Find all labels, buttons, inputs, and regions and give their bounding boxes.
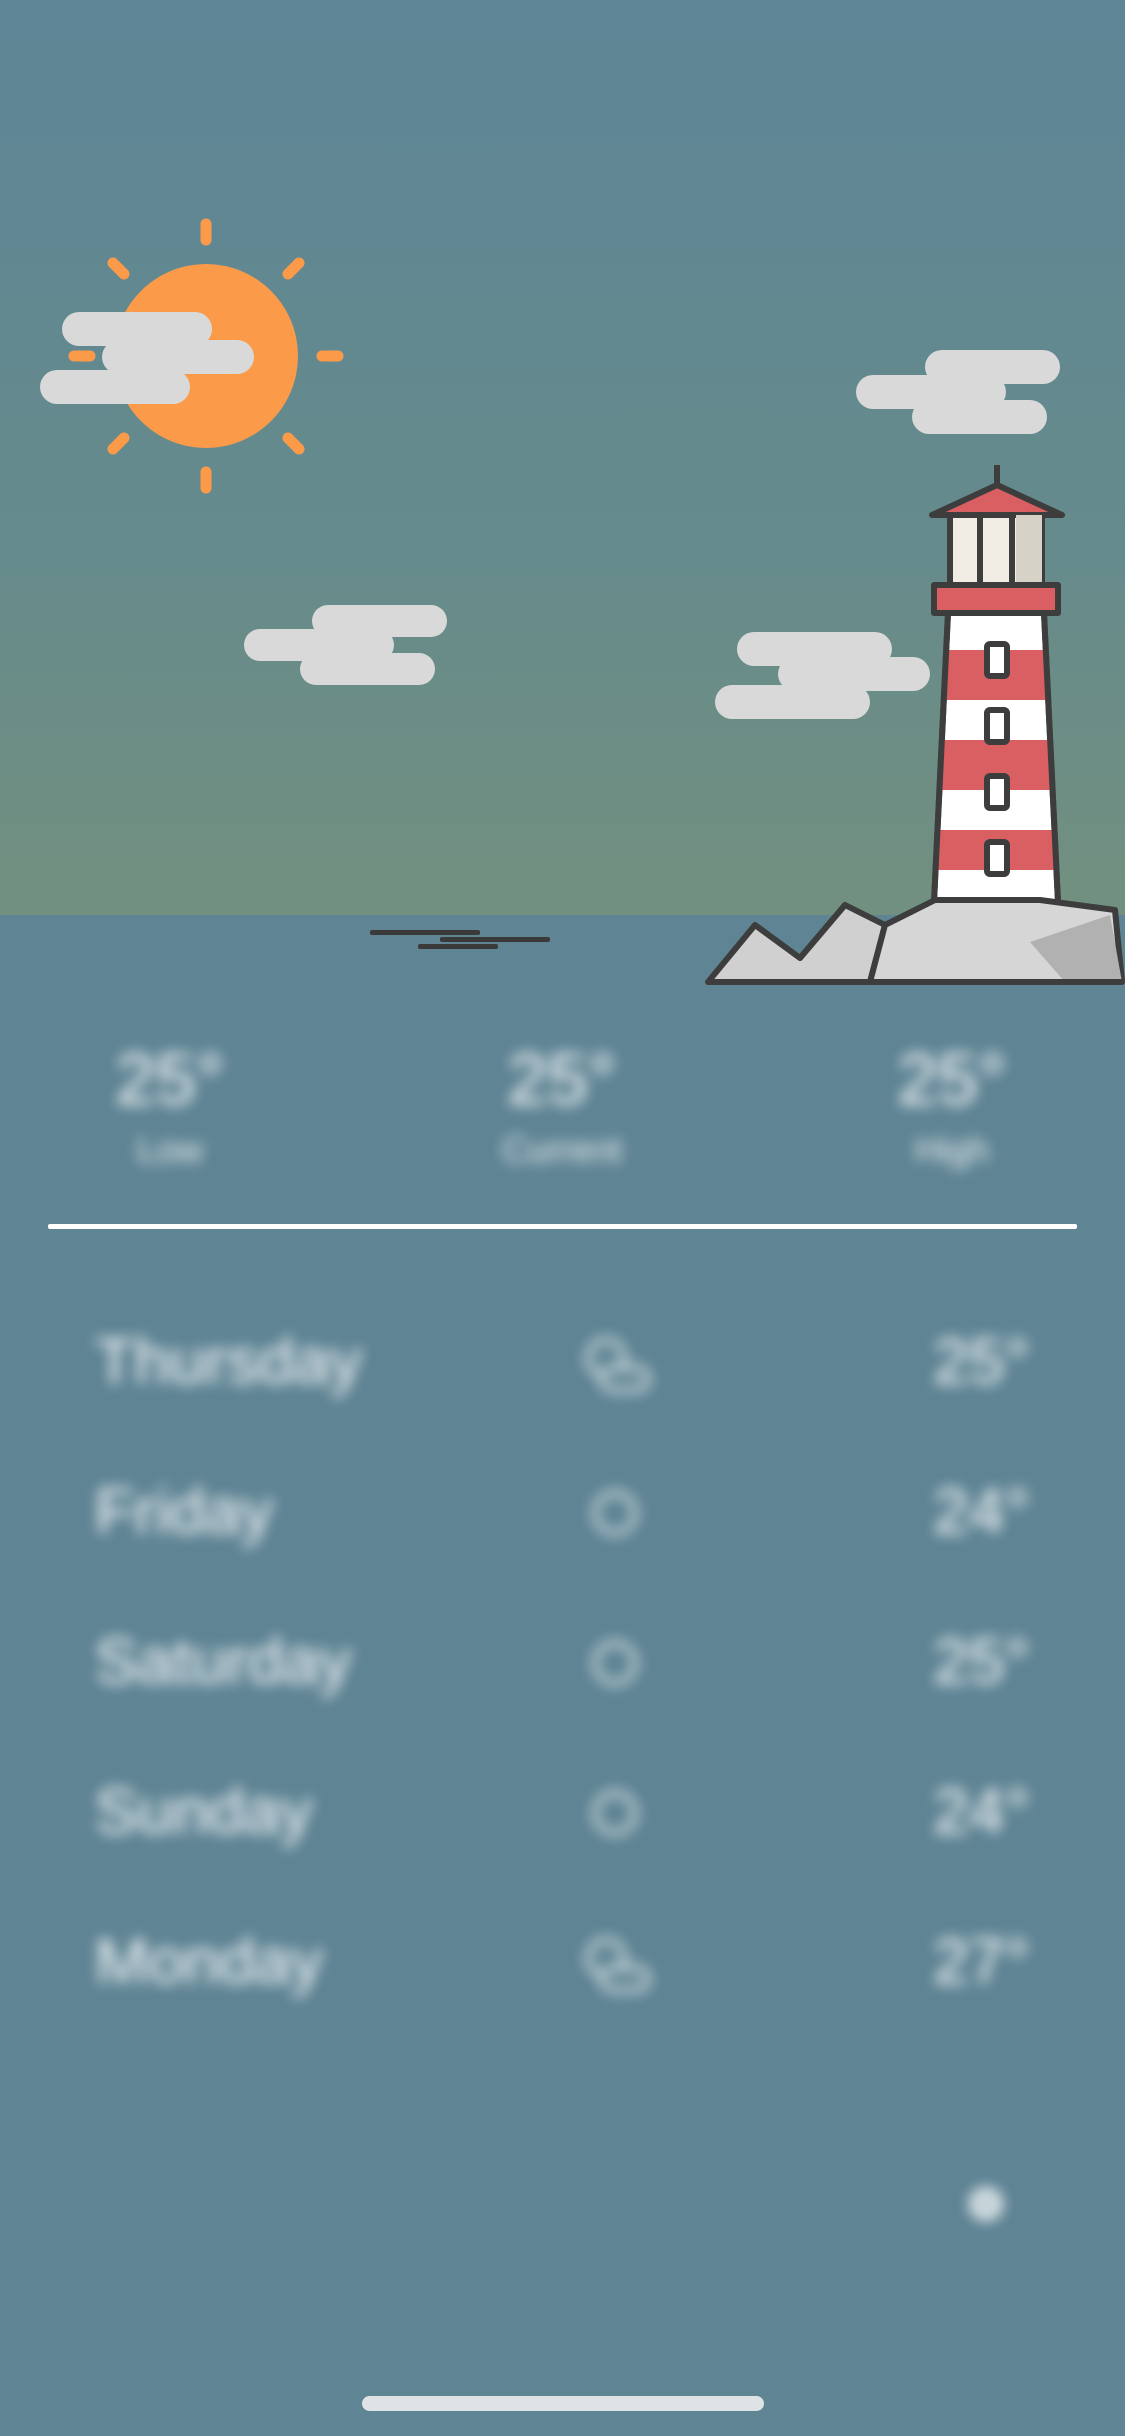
current-stats: 25° Low 25° Current 25° High	[0, 1030, 1125, 1200]
high-temp-value: 25°	[897, 1040, 1007, 1120]
current-temp: 25° Current	[422, 1030, 702, 1170]
sun-icon	[593, 1641, 637, 1685]
list-item[interactable]: Saturday 25°	[0, 1590, 1125, 1740]
low-temp: 25° Low	[30, 1030, 310, 1170]
forecast-temp: 24°	[933, 1775, 1030, 1847]
list-item[interactable]: Thursday 25°	[0, 1290, 1125, 1440]
forecast-day: Saturday	[95, 1625, 352, 1697]
forecast-temp: 27°	[933, 1925, 1030, 1997]
forecast-temp: 25°	[933, 1325, 1030, 1397]
low-temp-value: 25°	[115, 1040, 225, 1120]
forecast-day: Thursday	[95, 1325, 362, 1397]
list-item[interactable]: Monday 27°	[0, 1890, 1125, 2040]
divider	[48, 1224, 1077, 1229]
settings-icon[interactable]	[956, 2174, 1016, 2234]
forecast-day: Sunday	[95, 1775, 313, 1847]
forecast-temp: 24°	[933, 1475, 1030, 1547]
high-temp-label: High	[914, 1129, 990, 1170]
list-item[interactable]: Sunday 24°	[0, 1740, 1125, 1890]
sun-icon	[593, 1791, 637, 1835]
list-item[interactable]: Friday 24°	[0, 1440, 1125, 1590]
lighthouse	[929, 465, 1065, 905]
partly-cloudy-icon	[586, 1338, 650, 1392]
high-temp: 25° High	[812, 1030, 1092, 1170]
forecast-day: Friday	[95, 1475, 273, 1547]
current-temp-value: 25°	[507, 1040, 617, 1120]
weather-illustration	[0, 0, 1125, 992]
forecast-day: Monday	[95, 1925, 323, 1997]
low-temp-label: Low	[136, 1129, 204, 1170]
forecast-list: Thursday 25° Friday 24° Saturday 25° Sun…	[0, 1290, 1125, 2040]
forecast-temp: 25°	[933, 1625, 1030, 1697]
partly-cloudy-icon	[586, 1938, 650, 1992]
sun-icon	[593, 1491, 637, 1535]
home-indicator[interactable]	[362, 2396, 764, 2411]
current-temp-label: Current	[501, 1129, 623, 1170]
